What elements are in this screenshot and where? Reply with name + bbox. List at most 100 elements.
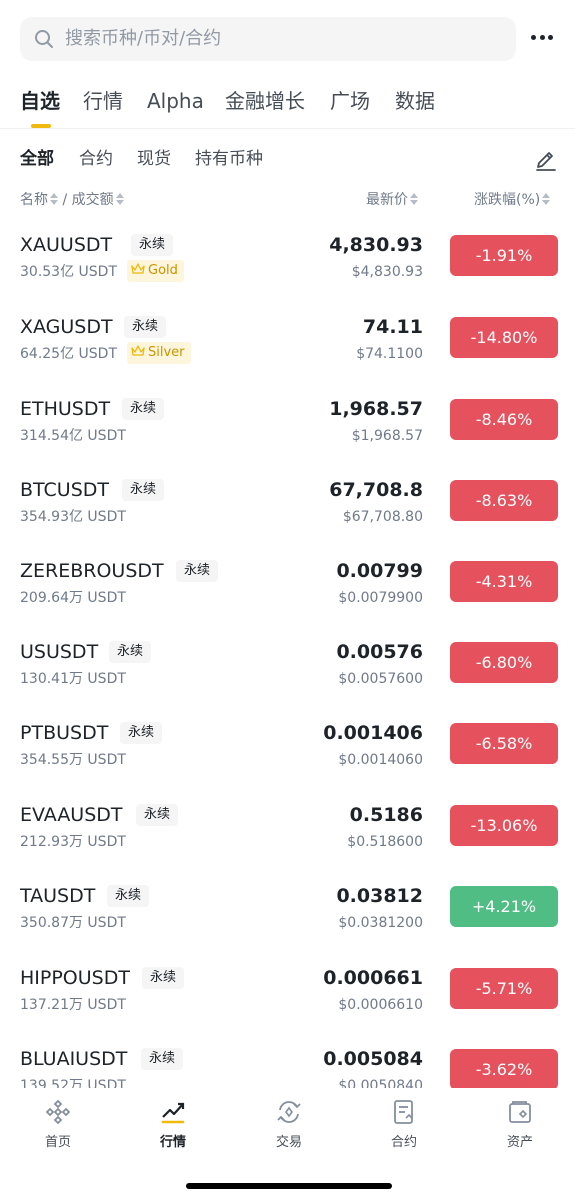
row-volume: 354.93亿 USDT [20,509,126,525]
row-symbol: HIPPOUSDT [20,967,130,989]
nav-futures[interactable]: 合约 [364,1098,444,1152]
sort-arrows-icon [542,193,551,205]
row-price: 0.5186 [349,804,423,826]
row-price: 67,708.8 [329,479,423,501]
nav-market-label: 行情 [159,1135,186,1150]
nav-home-label: 首页 [44,1135,71,1150]
tab-data[interactable]: 数据 [395,84,435,118]
row-symbol: ETHUSDT [20,398,111,420]
perpetual-tag: 永续 [142,967,185,989]
tab-finance-growth[interactable]: 金融增长 [225,84,305,118]
market-row[interactable]: TAUSDT 永续 350.87万 USDT 0.03812 $0.038120… [0,883,575,964]
tabs-divider [0,128,575,129]
row-volume: 350.87万 USDT [20,915,126,931]
change-button[interactable]: -4.31% [450,561,558,602]
nav-trade[interactable]: 交易 [249,1098,329,1152]
nav-home[interactable]: 首页 [18,1098,98,1152]
row-fiat-price: $1,968.57 [351,428,423,444]
column-header-price[interactable]: 最新价 [366,189,418,211]
tab-market[interactable]: 行情 [83,84,123,118]
perpetual-tag: 永续 [122,479,165,501]
gold-badge: Gold [127,260,184,282]
perpetual-tag: 永续 [124,316,167,338]
row-symbol: XAUUSDT [20,234,113,256]
subtab-spot[interactable]: 现货 [137,146,171,172]
change-button[interactable]: -8.46% [450,399,558,440]
badge-label: Silver [148,345,185,360]
edit-icon[interactable] [533,146,559,172]
column-change-label: 涨跌幅(%) [474,192,541,208]
subtab-all[interactable]: 全部 [20,146,54,172]
column-header-change[interactable]: 涨跌幅(%) [474,189,551,211]
change-button[interactable]: -3.62% [450,1049,558,1088]
market-row[interactable]: PTBUSDT 永续 354.55万 USDT 0.001406 $0.0014… [0,720,575,801]
row-fiat-price: $0.518600 [347,834,423,850]
row-fiat-price: $0.0057600 [338,671,423,687]
trade-swap-icon [277,1101,301,1123]
change-button[interactable]: -6.58% [450,723,558,764]
perpetual-tag: 永续 [141,1048,184,1070]
more-options-icon[interactable] [529,28,555,48]
row-symbol: BTCUSDT [20,479,109,501]
row-fiat-price: $0.0381200 [338,915,423,931]
row-symbol: USUSDT [20,641,99,663]
row-volume: 137.21万 USDT [20,997,126,1013]
subtab-futures[interactable]: 合约 [79,146,113,172]
row-volume: 30.53亿 USDT [20,264,117,280]
row-volume: 314.54亿 USDT [20,428,126,444]
market-row[interactable]: ZEREBROUSDT 永续 209.64万 USDT 0.00799 $0.0… [0,558,575,639]
row-volume: 212.93万 USDT [20,834,126,850]
tab-alpha[interactable]: Alpha [147,84,204,118]
row-price: 0.00576 [336,641,423,663]
row-price: 0.001406 [323,722,423,744]
market-row[interactable]: BTCUSDT 永续 354.93亿 USDT 67,708.8 $67,708… [0,477,575,558]
nav-futures-label: 合约 [390,1135,417,1150]
row-symbol: TAUSDT [20,885,96,907]
market-row[interactable]: ETHUSDT 永续 314.54亿 USDT 1,968.57 $1,968.… [0,396,575,477]
column-separator: / [62,192,68,208]
market-row[interactable]: XAGUSDT 永续 64.25亿 USDT Silver 74.11 $74.… [0,314,575,395]
search-input[interactable]: 搜索币种/币对/合约 [20,17,516,61]
search-icon [35,30,53,48]
perpetual-tag: 永续 [109,641,152,663]
change-button[interactable]: -13.06% [450,805,558,846]
row-fiat-price: $0.0014060 [338,752,423,768]
column-volume-label: 成交额 [71,192,114,208]
search-placeholder: 搜索币种/币对/合约 [65,28,222,49]
row-fiat-price: $0.0050840 [338,1078,423,1088]
crown-icon [131,345,145,356]
change-button[interactable]: +4.21% [450,886,558,927]
change-button[interactable]: -14.80% [450,317,558,358]
column-name-label: 名称 [20,192,48,208]
row-symbol: ZEREBROUSDT [20,560,164,582]
change-button[interactable]: -1.91% [450,235,558,276]
change-button[interactable]: -6.80% [450,642,558,683]
row-volume: 354.55万 USDT [20,752,126,768]
row-symbol: XAGUSDT [20,316,113,338]
nav-assets[interactable]: 资产 [480,1098,560,1152]
silver-badge: Silver [127,342,191,364]
home-diamond-icon [45,1099,71,1125]
market-row[interactable]: BLUAIUSDT 永续 139.52万 USDT 0.005084 $0.00… [0,1046,575,1088]
column-header-name-volume[interactable]: 名称 / 成交额 [20,189,124,211]
sort-arrows-icon [410,193,418,205]
row-price: 0.000661 [323,967,423,989]
change-button[interactable]: -8.63% [450,480,558,521]
market-row[interactable]: HIPPOUSDT 永续 137.21万 USDT 0.000661 $0.00… [0,965,575,1046]
row-fiat-price: $4,830.93 [351,264,423,280]
tab-watchlist[interactable]: 自选 [20,84,60,118]
market-row[interactable]: XAUUSDT 永续 30.53亿 USDT Gold 4,830.93 $4,… [0,232,575,313]
row-symbol: PTBUSDT [20,722,109,744]
market-row[interactable]: EVAAUSDT 永续 212.93万 USDT 0.5186 $0.51860… [0,802,575,883]
change-button[interactable]: -5.71% [450,968,558,1009]
row-fiat-price: $0.0006610 [338,997,423,1013]
wallet-icon [509,1101,531,1123]
tab-square[interactable]: 广场 [330,84,370,118]
row-volume: 139.52万 USDT [20,1078,126,1088]
market-row[interactable]: USUSDT 永续 130.41万 USDT 0.00576 $0.005760… [0,639,575,720]
nav-market[interactable]: 行情 [133,1098,213,1152]
perpetual-tag: 永续 [131,234,174,256]
row-price: 1,968.57 [329,398,423,420]
subtab-holdings[interactable]: 持有币种 [195,146,263,172]
row-price: 0.03812 [336,885,423,907]
